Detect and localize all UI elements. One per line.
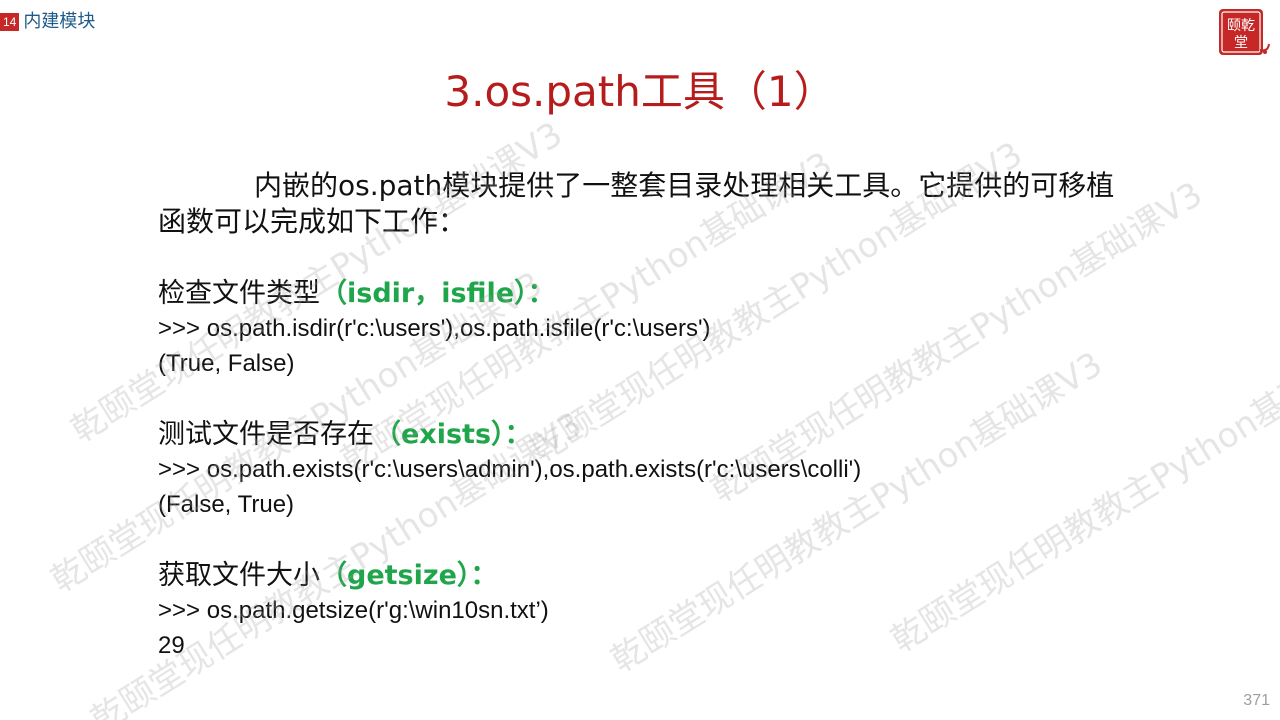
code-example: >>> os.path.exists(r'c:\users\admin'),os… <box>158 456 862 483</box>
function-names: （exists）： <box>374 419 532 450</box>
code-result: (True, False) <box>158 350 295 377</box>
section-file-exists: 测试文件是否存在（exists）： >>> os.path.exists(r'c… <box>158 417 1138 522</box>
code-result: (False, True) <box>158 491 295 518</box>
chapter-header: 14 内建模块 <box>0 10 95 34</box>
function-names: （getsize）： <box>320 560 498 591</box>
slide-content: 内嵌的os.path模块提供了一整套目录处理相关工具。它提供的可移植函数可以完成… <box>158 168 1138 663</box>
section-file-size: 获取文件大小（getsize）： >>> os.path.getsize(r'g… <box>158 558 1138 663</box>
code-result: 29 <box>158 632 185 659</box>
code-example: >>> os.path.isdir(r'c:\users'),os.path.i… <box>158 315 711 342</box>
section-heading: 测试文件是否存在（exists）： <box>158 417 1138 452</box>
brand-logo: 颐乾 堂 <box>1216 6 1272 62</box>
slide-title: 3.os.path工具（1） <box>444 67 836 116</box>
page-number: 371 <box>1243 692 1270 709</box>
code-example: >>> os.path.getsize(r'g:\win10sn.txt’) <box>158 597 549 624</box>
section-file-type: 检查文件类型（isdir，isfile）： >>> os.path.isdir(… <box>158 276 1138 381</box>
function-names: （isdir，isfile）： <box>320 278 555 309</box>
heading-text: 检查文件类型 <box>158 278 320 309</box>
heading-text: 测试文件是否存在 <box>158 419 374 450</box>
chapter-title: 内建模块 <box>23 11 96 32</box>
seal-icon: 颐乾 堂 <box>1219 9 1270 55</box>
section-heading: 检查文件类型（isdir，isfile）： <box>158 276 1138 311</box>
intro-paragraph: 内嵌的os.path模块提供了一整套目录处理相关工具。它提供的可移植函数可以完成… <box>158 169 1115 238</box>
heading-text: 获取文件大小 <box>158 560 320 591</box>
section-heading: 获取文件大小（getsize）： <box>158 558 1138 593</box>
chapter-number-badge: 14 <box>0 13 20 31</box>
svg-text:堂: 堂 <box>1234 35 1248 51</box>
svg-text:颐乾: 颐乾 <box>1227 18 1255 34</box>
